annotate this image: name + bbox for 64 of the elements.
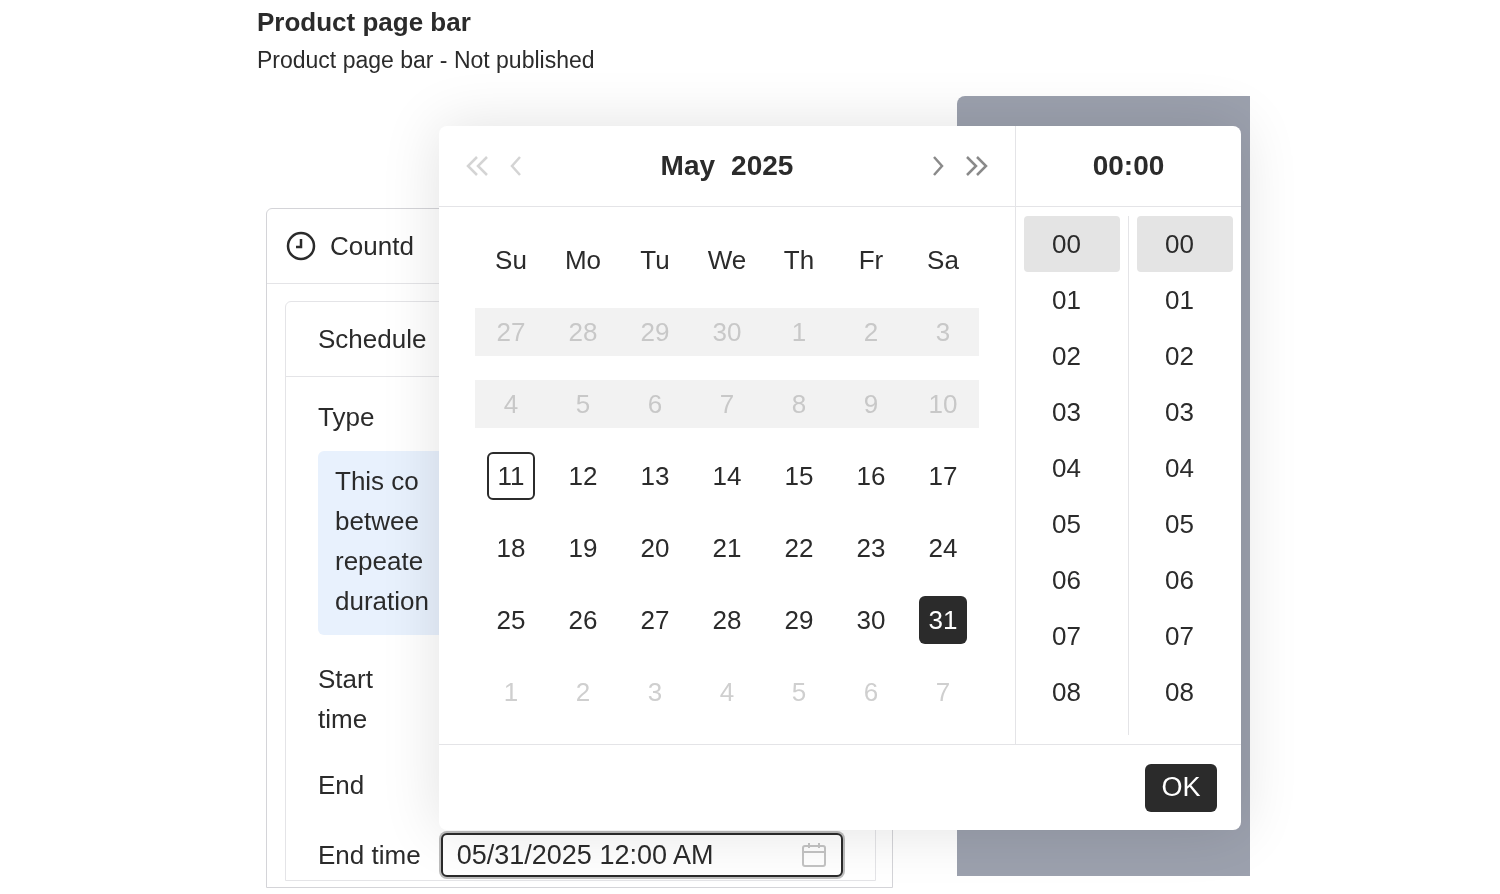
calendar-day[interactable]: 19 xyxy=(559,524,607,572)
calendar-day[interactable]: 31 xyxy=(919,596,967,644)
calendar-day[interactable]: 13 xyxy=(631,452,679,500)
minute-option[interactable]: 00 xyxy=(1137,216,1233,272)
minute-option[interactable]: 05 xyxy=(1137,496,1233,552)
month-label[interactable]: May xyxy=(660,145,716,187)
calendar-day[interactable]: 28 xyxy=(703,596,751,644)
minute-option[interactable]: 01 xyxy=(1137,272,1233,328)
weekday-label: Tu xyxy=(640,243,670,277)
ok-button[interactable]: OK xyxy=(1145,763,1217,812)
calendar-day[interactable]: 15 xyxy=(775,452,823,500)
weekday-label: Sa xyxy=(927,243,959,277)
minute-option[interactable]: 06 xyxy=(1137,552,1233,608)
minute-option[interactable]: 08 xyxy=(1137,664,1233,720)
hour-option[interactable]: 08 xyxy=(1024,664,1120,720)
minute-option[interactable]: 07 xyxy=(1137,608,1233,664)
selected-time: 00:00 xyxy=(1092,149,1165,183)
calendar-day[interactable]: 17 xyxy=(919,452,967,500)
hour-option[interactable]: 06 xyxy=(1024,552,1120,608)
hour-option[interactable]: 02 xyxy=(1024,328,1120,384)
minute-option[interactable]: 03 xyxy=(1137,384,1233,440)
info-message: This co betwee repeate duration xyxy=(335,465,430,618)
hour-option[interactable]: 00 xyxy=(1024,216,1120,272)
minute-option[interactable]: 04 xyxy=(1137,440,1233,496)
calendar-day[interactable]: 21 xyxy=(703,524,751,572)
calendar-day[interactable]: 18 xyxy=(487,524,535,572)
calendar-day[interactable]: 23 xyxy=(847,524,895,572)
hour-option[interactable]: 01 xyxy=(1024,272,1120,328)
weekday-label: Fr xyxy=(858,243,884,277)
card-title: Countd xyxy=(330,229,414,263)
minute-option[interactable]: 02 xyxy=(1137,328,1233,384)
weekday-label: We xyxy=(707,243,747,277)
weekday-label: Th xyxy=(783,243,815,277)
calendar-icon xyxy=(801,842,827,868)
chevron-right-icon[interactable] xyxy=(931,155,945,177)
calendar-day[interactable]: 16 xyxy=(847,452,895,500)
calendar-day[interactable]: 14 xyxy=(703,452,751,500)
page-title: Product page bar xyxy=(257,6,472,39)
end-label: End xyxy=(318,769,365,802)
end-time-label: End time xyxy=(318,838,422,872)
page-subtitle: Product page bar - Not published xyxy=(257,46,596,75)
date-time-field[interactable]: 05/31/2025 12:00 AM xyxy=(440,833,843,877)
double-chevron-right-icon[interactable] xyxy=(963,155,989,177)
clock-icon xyxy=(286,231,316,261)
calendar-day[interactable]: 20 xyxy=(631,524,679,572)
section-title: Schedule xyxy=(318,322,427,356)
calendar-day[interactable]: 25 xyxy=(487,596,535,644)
calendar-day[interactable]: 30 xyxy=(847,596,895,644)
calendar-day[interactable]: 11 xyxy=(487,452,535,500)
hour-option[interactable]: 07 xyxy=(1024,608,1120,664)
type-label: Type xyxy=(318,401,375,434)
weekday-label: Mo xyxy=(564,243,602,277)
hour-option[interactable]: 04 xyxy=(1024,440,1120,496)
weekday-label: Su xyxy=(495,243,527,277)
year-label[interactable]: 2025 xyxy=(731,145,794,187)
calendar-day[interactable]: 12 xyxy=(559,452,607,500)
calendar-day[interactable]: 22 xyxy=(775,524,823,572)
start-time-label: Start time xyxy=(318,663,374,736)
calendar-day[interactable]: 27 xyxy=(631,596,679,644)
hour-option[interactable]: 03 xyxy=(1024,384,1120,440)
calendar-day[interactable]: 29 xyxy=(775,596,823,644)
hour-option[interactable]: 05 xyxy=(1024,496,1120,552)
calendar-day[interactable]: 24 xyxy=(919,524,967,572)
calendar-day[interactable]: 26 xyxy=(559,596,607,644)
